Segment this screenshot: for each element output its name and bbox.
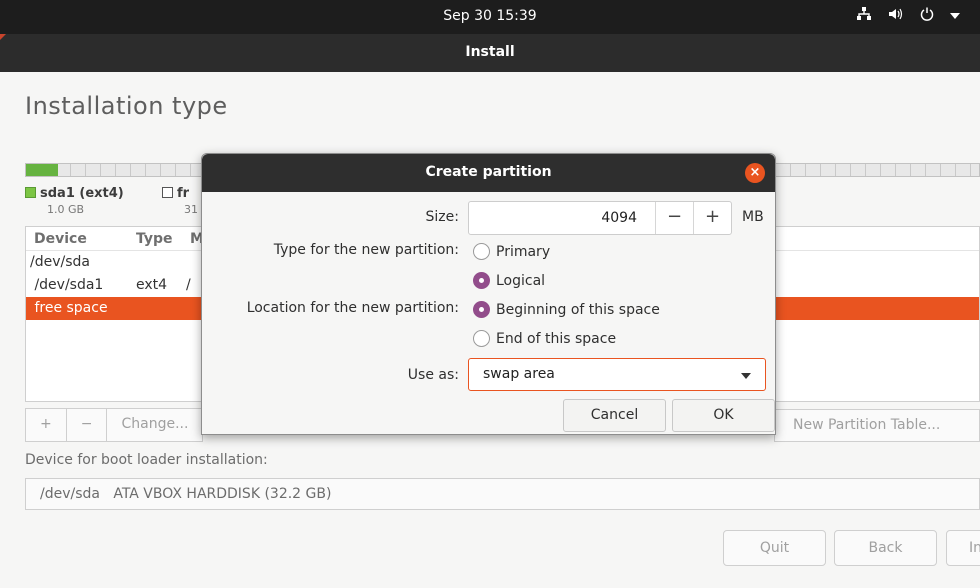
radio-logical[interactable]: Logical — [473, 272, 545, 289]
use-as-dropdown[interactable]: swap area — [468, 358, 766, 391]
network-icon[interactable] — [856, 7, 872, 25]
radio-checked-icon — [473, 301, 490, 318]
back-button[interactable]: Back — [834, 530, 937, 566]
radio-primary[interactable]: Primary — [473, 243, 550, 260]
system-tray[interactable] — [856, 7, 960, 25]
add-partition-button[interactable]: + — [26, 409, 67, 441]
change-partition-button[interactable]: Change... — [107, 409, 202, 441]
legend-swatch-ext4 — [25, 187, 36, 198]
radio-label: Logical — [496, 272, 546, 289]
size-label: Size: — [425, 209, 459, 225]
install-now-button[interactable]: In — [946, 530, 980, 566]
row-device: /dev/sda1 — [30, 277, 104, 293]
dialog-title: Create partition — [425, 164, 552, 180]
legend-size: 1.0 GB — [47, 203, 85, 216]
partition-used-segment — [26, 164, 58, 176]
radio-unchecked-icon — [473, 330, 490, 347]
row-type: ext4 — [136, 277, 168, 293]
increment-button[interactable]: + — [693, 202, 731, 234]
decrement-button[interactable]: − — [655, 202, 693, 234]
system-top-bar: Sep 30 15:39 — [0, 0, 980, 34]
close-icon[interactable]: × — [745, 163, 765, 183]
ok-button[interactable]: OK — [672, 399, 775, 432]
size-stepper[interactable]: 4094 − + — [468, 201, 732, 235]
radio-checked-icon — [473, 272, 490, 289]
legend-free-space: fr 31 — [162, 185, 198, 216]
partition-toolbar: + − Change... — [25, 408, 204, 442]
dialog-titlebar: Create partition × — [202, 154, 775, 192]
clock[interactable]: Sep 30 15:39 — [0, 8, 980, 24]
radio-label: Primary — [496, 243, 551, 260]
legend-name: sda1 (ext4) — [40, 186, 124, 201]
type-label: Type for the new partition: — [273, 242, 459, 258]
page-title: Installation type — [25, 92, 228, 120]
quit-button[interactable]: Quit — [723, 530, 826, 566]
legend-sda1: sda1 (ext4) 1.0 GB — [25, 185, 124, 216]
legend-swatch-free — [162, 187, 173, 198]
radio-end[interactable]: End of this space — [473, 330, 616, 347]
volume-icon[interactable] — [888, 7, 904, 25]
use-as-value: swap area — [483, 366, 555, 382]
legend-size: 31 — [184, 203, 198, 216]
chevron-down-icon — [741, 373, 751, 379]
row-device: free space — [30, 300, 108, 316]
cancel-button[interactable]: Cancel — [563, 399, 666, 432]
remove-partition-button[interactable]: − — [67, 409, 108, 441]
size-unit: MB — [742, 209, 764, 225]
boot-loader-select[interactable]: /dev/sda ATA VBOX HARDDISK (32.2 GB) — [25, 478, 980, 510]
location-label: Location for the new partition: — [246, 300, 459, 316]
size-input[interactable]: 4094 — [469, 202, 655, 234]
new-partition-table-button[interactable]: New Partition Table... — [774, 409, 980, 442]
row-mount: / — [186, 277, 191, 293]
radio-label: Beginning of this space — [496, 301, 660, 318]
radio-label: End of this space — [496, 330, 617, 347]
chevron-down-icon[interactable] — [950, 8, 960, 24]
window-corner-mark — [0, 34, 6, 40]
radio-unchecked-icon — [473, 243, 490, 260]
column-device[interactable]: Device — [26, 227, 128, 250]
power-icon[interactable] — [920, 7, 934, 25]
boot-loader-label: Device for boot loader installation: — [25, 452, 268, 468]
legend-name: fr — [177, 186, 190, 201]
window-titlebar: Install — [0, 34, 980, 72]
window-title: Install — [465, 44, 515, 60]
create-partition-dialog: Create partition × Size: 4094 − + MB Typ… — [201, 153, 776, 435]
column-type[interactable]: Type — [128, 227, 182, 250]
radio-beginning[interactable]: Beginning of this space — [473, 301, 660, 318]
row-device: /dev/sda — [30, 254, 90, 270]
use-as-label: Use as: — [407, 367, 459, 383]
